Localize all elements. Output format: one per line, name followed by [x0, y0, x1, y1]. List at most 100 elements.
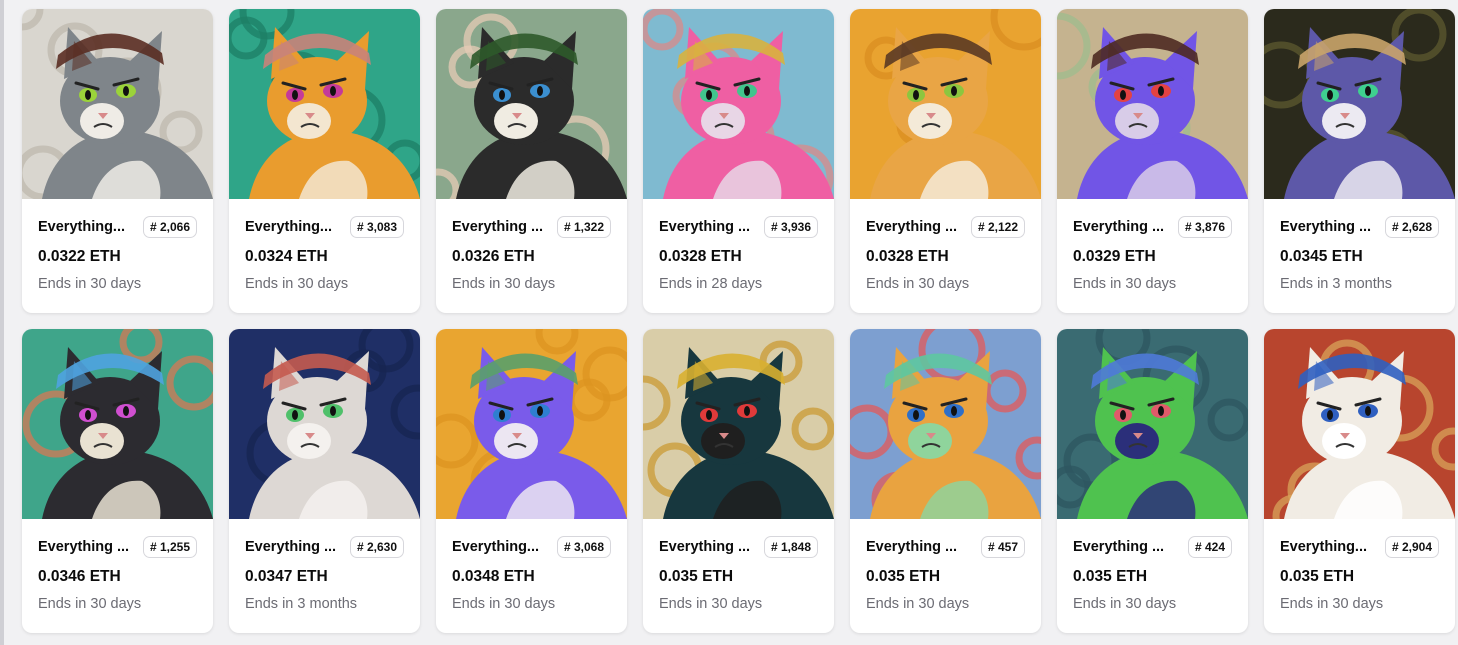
- cat-muzzle: [1322, 103, 1366, 139]
- cat-pupil: [537, 86, 543, 96]
- card-info: Everything ... # 1,322 0.0326 ETH Ends in 3…: [436, 215, 627, 292]
- nft-artwork[interactable]: [22, 329, 213, 519]
- cat-muzzle: [701, 103, 745, 139]
- token-id-badge: # 3,068: [556, 536, 611, 558]
- cat-muzzle: [80, 103, 124, 139]
- auction-ends: Ends in 30 days: [38, 276, 142, 292]
- nft-card[interactable]: Everything ... # 2,630 0.0347 ETH Ends in 3…: [229, 329, 420, 633]
- card-title-row: Everything ... # 3,876: [1073, 215, 1232, 239]
- nft-card[interactable]: Everything ... # 424 0.035 ETH Ends in 30 d…: [1057, 329, 1248, 633]
- card-title-row: Everything... # 2,066: [38, 215, 197, 239]
- cat-pupil: [1158, 86, 1164, 96]
- card-title-row: Everything... # 2,904: [1280, 535, 1439, 559]
- collection-name: Everything...: [452, 539, 540, 555]
- cat-pupil: [292, 90, 298, 100]
- token-id-badge: # 2,630: [349, 536, 404, 558]
- token-id-badge: # 457: [980, 536, 1025, 558]
- price: 0.0324 ETH: [245, 248, 328, 265]
- cat-muzzle: [287, 423, 331, 459]
- price: 0.0348 ETH: [452, 568, 535, 585]
- auction-ends: Ends in 30 days: [452, 276, 556, 292]
- card-info: Everything... # 3,083 0.0324 ETH Ends in 30…: [229, 215, 420, 292]
- nft-card[interactable]: Everything... # 2,904 0.035 ETH Ends in 30 …: [1264, 329, 1455, 633]
- price: 0.035 ETH: [1280, 568, 1355, 585]
- card-info: Everything... # 2,066 0.0322 ETH Ends in 30…: [22, 215, 213, 292]
- nft-artwork[interactable]: [643, 329, 834, 519]
- price: 0.0326 ETH: [452, 248, 535, 265]
- collection-name: Everything...: [245, 219, 333, 235]
- token-id-badge: # 2,904: [1384, 536, 1439, 558]
- nft-card[interactable]: Everything ... # 1,255 0.0346 ETH Ends in 3…: [22, 329, 213, 633]
- nft-artwork[interactable]: [850, 9, 1041, 199]
- card-title-row: Everything... # 3,083: [245, 215, 404, 239]
- nft-card[interactable]: Everything ... # 2,122 0.0328 ETH Ends in 3…: [850, 9, 1041, 313]
- cat-pupil: [499, 90, 505, 100]
- nft-card[interactable]: Everything... # 3,083 0.0324 ETH Ends in 30…: [229, 9, 420, 313]
- card-title-row: Everything ... # 1,848: [659, 535, 818, 559]
- token-id-badge: # 3,876: [1177, 216, 1232, 238]
- collection-name: Everything...: [38, 219, 126, 235]
- nft-artwork[interactable]: [1264, 9, 1455, 199]
- nft-card[interactable]: Everything ... # 3,936 0.0328 ETH Ends in 2…: [643, 9, 834, 313]
- cat-pupil: [499, 410, 505, 420]
- token-id-badge: # 1,848: [763, 536, 818, 558]
- price: 0.0345 ETH: [1280, 248, 1363, 265]
- card-info: Everything ... # 2,630 0.0347 ETH Ends in 3…: [229, 535, 420, 612]
- cat-pupil: [706, 90, 712, 100]
- nft-card[interactable]: Everything ... # 1,848 0.035 ETH Ends in 30…: [643, 329, 834, 633]
- price: 0.0328 ETH: [659, 248, 742, 265]
- nft-artwork[interactable]: [643, 9, 834, 199]
- collection-name: Everything ...: [38, 539, 130, 555]
- scrollbar-track[interactable]: [0, 0, 4, 645]
- nft-card[interactable]: Everything ... # 2,628 0.0345 ETH Ends in 3…: [1264, 9, 1455, 313]
- card-title-row: Everything ... # 3,936: [659, 215, 818, 239]
- card-info: Everything ... # 3,876 0.0329 ETH Ends in 3…: [1057, 215, 1248, 292]
- auction-ends: Ends in 30 days: [452, 596, 556, 612]
- card-info: Everything ... # 1,255 0.0346 ETH Ends in 3…: [22, 535, 213, 612]
- token-id-badge: # 2,628: [1384, 216, 1439, 238]
- auction-ends: Ends in 30 days: [1280, 596, 1384, 612]
- card-info: Everything ... # 3,936 0.0328 ETH Ends in 2…: [643, 215, 834, 292]
- card-title-row: Everything... # 3,068: [452, 535, 611, 559]
- cat-pupil: [1120, 410, 1126, 420]
- price: 0.0346 ETH: [38, 568, 121, 585]
- nft-artwork[interactable]: [22, 9, 213, 199]
- token-id-badge: # 3,936: [763, 216, 818, 238]
- token-id-badge: # 2,122: [970, 216, 1025, 238]
- cat-muzzle: [1322, 423, 1366, 459]
- card-info: Everything... # 3,068 0.0348 ETH Ends in 30…: [436, 535, 627, 612]
- cat-pupil: [292, 410, 298, 420]
- cat-muzzle: [494, 103, 538, 139]
- nft-card[interactable]: Everything ... # 457 0.035 ETH Ends in 30 d…: [850, 329, 1041, 633]
- cat-muzzle: [1115, 103, 1159, 139]
- nft-artwork[interactable]: [1057, 9, 1248, 199]
- price: 0.035 ETH: [866, 568, 941, 585]
- cat-muzzle: [908, 423, 952, 459]
- auction-ends: Ends in 30 days: [659, 596, 763, 612]
- nft-card[interactable]: Everything ... # 1,322 0.0326 ETH Ends in 3…: [436, 9, 627, 313]
- nft-artwork[interactable]: [1264, 329, 1455, 519]
- cat-pupil: [1365, 86, 1371, 96]
- cat-pupil: [913, 410, 919, 420]
- cat-pupil: [85, 410, 91, 420]
- nft-card[interactable]: Everything... # 3,068 0.0348 ETH Ends in 30…: [436, 329, 627, 633]
- card-title-row: Everything ... # 457: [866, 535, 1025, 559]
- nft-card[interactable]: Everything... # 2,066 0.0322 ETH Ends in 30…: [22, 9, 213, 313]
- nft-artwork[interactable]: [229, 329, 420, 519]
- nft-card[interactable]: Everything ... # 3,876 0.0329 ETH Ends in 3…: [1057, 9, 1248, 313]
- card-title-row: Everything ... # 2,122: [866, 215, 1025, 239]
- auction-ends: Ends in 30 days: [245, 276, 349, 292]
- cat-pupil: [913, 90, 919, 100]
- collection-name: Everything ...: [866, 219, 958, 235]
- cat-pupil: [1120, 90, 1126, 100]
- nft-artwork[interactable]: [850, 329, 1041, 519]
- card-title-row: Everything ... # 2,630: [245, 535, 404, 559]
- cat-pupil: [706, 410, 712, 420]
- collection-name: Everything...: [1280, 539, 1368, 555]
- nft-artwork[interactable]: [229, 9, 420, 199]
- nft-artwork[interactable]: [436, 9, 627, 199]
- cat-muzzle: [80, 423, 124, 459]
- nft-artwork[interactable]: [436, 329, 627, 519]
- nft-artwork[interactable]: [1057, 329, 1248, 519]
- auction-ends: Ends in 3 months: [245, 596, 358, 612]
